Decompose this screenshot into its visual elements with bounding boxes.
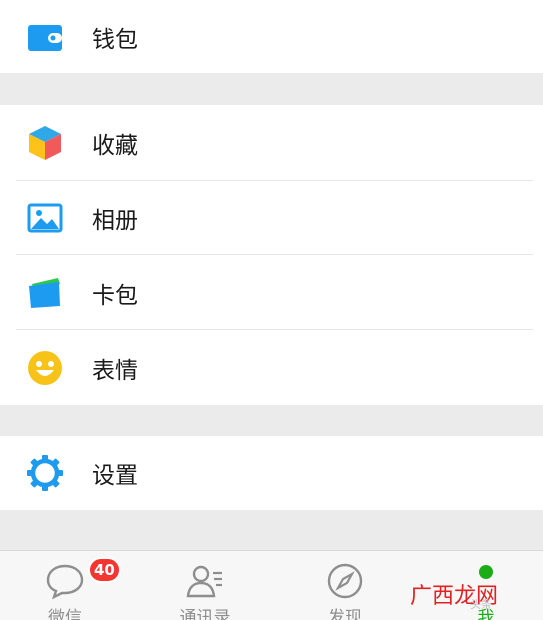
me-page: 钱包 收藏 相册 卡包 表情 设置 40 微信 通讯录 发现 我 广西龙网 头条 xyxy=(0,0,543,620)
menu-item-favorites[interactable]: 收藏 xyxy=(0,105,543,180)
compass-icon xyxy=(325,561,365,601)
gear-icon xyxy=(26,454,64,492)
bottom-tab-bar: 40 微信 通讯录 发现 我 广西龙网 头条 xyxy=(0,550,543,620)
favorites-cube-icon xyxy=(26,124,64,162)
tab-contacts[interactable]: 通讯录 xyxy=(155,551,255,620)
card-wallet-icon xyxy=(26,274,64,312)
menu-item-card-wallet[interactable]: 卡包 xyxy=(0,255,543,330)
contacts-icon xyxy=(185,561,225,601)
tab-label: 通讯录 xyxy=(179,608,231,620)
watermark-subtext: 头条 xyxy=(470,598,492,611)
tab-chats[interactable]: 40 微信 xyxy=(15,551,121,620)
tools-group: 收藏 相册 卡包 表情 xyxy=(0,105,543,405)
smiley-icon xyxy=(26,349,64,387)
menu-item-album[interactable]: 相册 xyxy=(0,180,543,255)
tab-label: 发现 xyxy=(328,608,362,620)
menu-item-label: 相册 xyxy=(92,207,138,234)
wallet-icon xyxy=(26,18,64,56)
menu-item-label: 设置 xyxy=(92,463,138,489)
menu-item-label: 卡包 xyxy=(92,282,138,309)
wallet-group: 钱包 xyxy=(0,0,543,73)
album-image-icon xyxy=(26,199,64,237)
menu-item-stickers[interactable]: 表情 xyxy=(0,330,543,405)
menu-item-settings[interactable]: 设置 xyxy=(0,436,543,510)
unread-badge: 40 xyxy=(88,557,121,583)
chat-bubble-icon xyxy=(45,561,85,601)
menu-item-label: 钱包 xyxy=(92,26,138,53)
tab-discover[interactable]: 发现 xyxy=(295,551,395,620)
menu-item-wallet[interactable]: 钱包 xyxy=(0,0,543,73)
menu-item-label: 表情 xyxy=(92,357,138,384)
tab-label: 微信 xyxy=(48,608,82,620)
settings-group: 设置 xyxy=(0,436,543,510)
menu-item-label: 收藏 xyxy=(92,132,138,159)
